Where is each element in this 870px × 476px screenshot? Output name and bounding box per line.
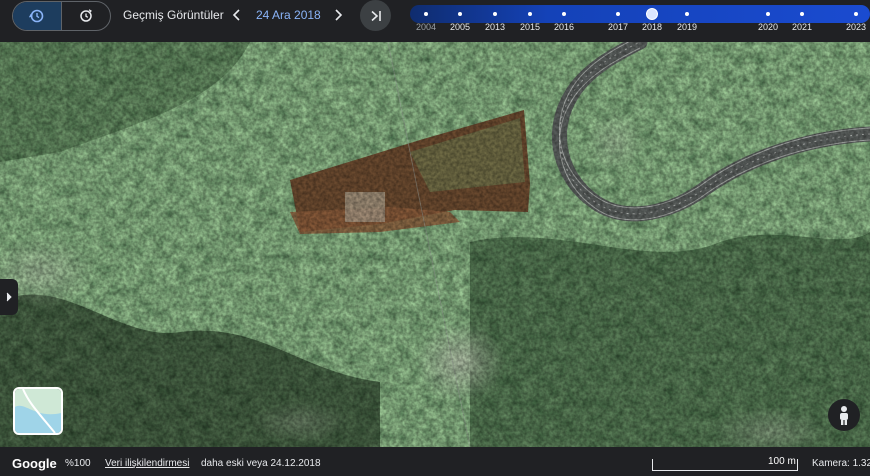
timeline-year-label-2017[interactable]: 2017 [608, 22, 628, 32]
current-date: 24 Ara 2018 [256, 8, 321, 22]
skip-to-latest-button[interactable] [360, 0, 391, 31]
timeline-year-marker-2021[interactable] [800, 12, 804, 16]
timeline-year-label-2023[interactable]: 2023 [846, 22, 866, 32]
timeline-year-marker-2017[interactable] [616, 12, 620, 16]
year-timeline[interactable]: 2004 2005 2013 2015 2016 2017 2018 2019 2020 2021… [410, 0, 870, 42]
previous-date-button[interactable] [228, 6, 246, 24]
view-toggle [12, 1, 111, 31]
timeline-year-marker-2019[interactable] [685, 12, 689, 16]
refresh-icon [80, 9, 92, 22]
map-layers-icon [15, 389, 61, 433]
history-icon [29, 9, 44, 23]
street-view-button[interactable] [828, 399, 860, 431]
timeline-year-marker-2015[interactable] [528, 12, 532, 16]
refresh-button[interactable] [61, 2, 110, 30]
timeline-year-marker-2004[interactable] [424, 12, 428, 16]
timeline-year-label-2020[interactable]: 2020 [758, 22, 778, 32]
timeline-year-marker-2005[interactable] [458, 12, 462, 16]
historical-imagery-button[interactable] [13, 2, 61, 30]
google-logo: Google [12, 456, 57, 471]
map-layers-button[interactable] [13, 387, 63, 435]
timeline-year-label-2021[interactable]: 2021 [792, 22, 812, 32]
pegman-icon [840, 406, 848, 425]
zoom-level: %100 [65, 458, 91, 469]
chevron-right-icon [335, 9, 343, 21]
timeline-year-marker-2016[interactable] [562, 12, 566, 16]
timeline-year-marker-2020[interactable] [766, 12, 770, 16]
timeline-year-label-2004[interactable]: 2004 [416, 22, 436, 32]
page-title: Geçmiş Görüntüler [123, 8, 224, 22]
camera-altitude: Kamera: 1.32 [812, 458, 870, 469]
timeline-year-label-2016[interactable]: 2016 [554, 22, 574, 32]
timeline-year-marker-2023[interactable] [854, 12, 858, 16]
timeline-year-marker-2013[interactable] [493, 12, 497, 16]
timeline-year-label-2018[interactable]: 2018 [642, 22, 662, 32]
satellite-imagery [0, 42, 870, 447]
timeline-year-marker-2018[interactable] [646, 8, 658, 20]
scale-label: 100 m [768, 456, 796, 467]
timeline-year-label-2005[interactable]: 2005 [450, 22, 470, 32]
next-date-button[interactable] [329, 6, 347, 24]
timeline-year-label-2019[interactable]: 2019 [677, 22, 697, 32]
chevron-left-icon [232, 9, 240, 21]
chevron-right-icon [6, 292, 12, 302]
top-bar: Geçmiş Görüntüler 24 Ara 2018 2004 2005 20… [0, 0, 870, 42]
satellite-map[interactable] [0, 42, 870, 447]
bottom-bar: Google %100 Veri ilişkilendirmesi daha e… [0, 447, 870, 476]
data-attribution-link[interactable]: Veri ilişkilendirmesi [105, 458, 189, 469]
expand-panel-button[interactable] [0, 279, 18, 315]
skip-to-end-icon [370, 10, 381, 21]
timeline-year-label-2015[interactable]: 2015 [520, 22, 540, 32]
imagery-date-text: daha eski veya 24.12.2018 [201, 458, 321, 469]
timeline-year-label-2013[interactable]: 2013 [485, 22, 505, 32]
